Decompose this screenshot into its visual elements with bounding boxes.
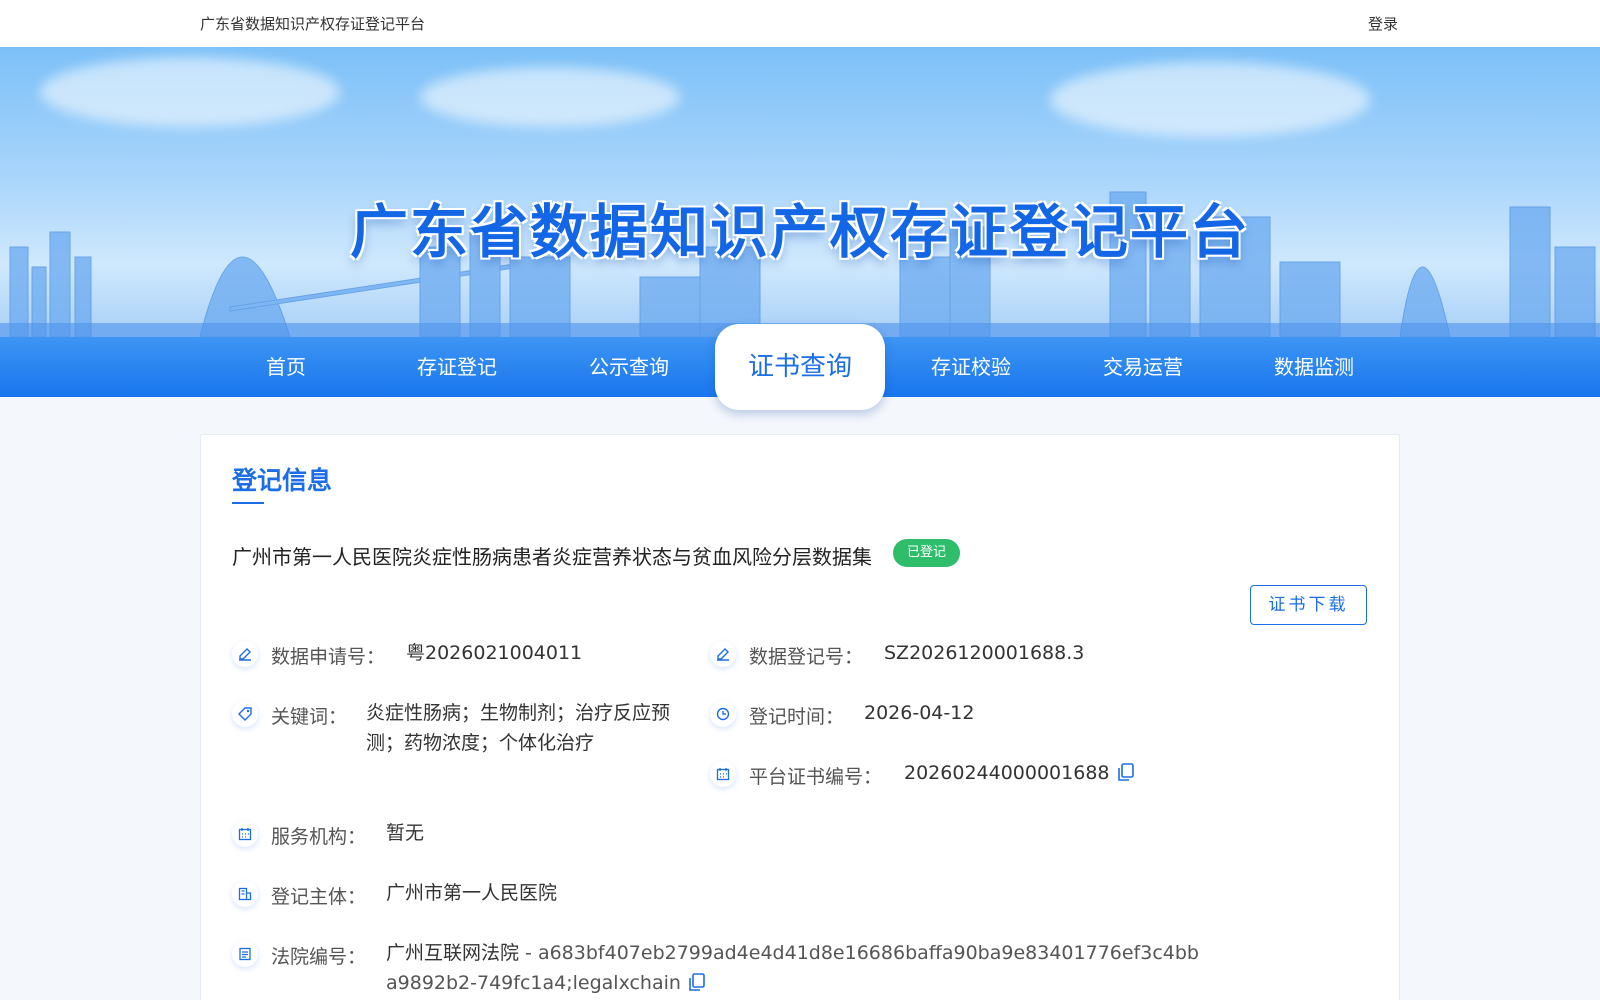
- field-registration-no: 数据登记号： SZ2026120001688.3: [710, 641, 1270, 672]
- calendar-icon: [710, 761, 736, 787]
- nav-item-public-query[interactable]: 公示查询: [544, 337, 714, 397]
- court-name: 广州互联网法院: [386, 942, 520, 964]
- document-icon: [232, 941, 258, 967]
- field-value: 2026-04-12: [864, 702, 975, 724]
- field-value: SZ2026120001688.3: [884, 642, 1085, 664]
- field-value: 炎症性肠病；生物制剂；治疗反应预测；药物浓度；个体化治疗: [366, 702, 671, 754]
- cloud-decoration: [1050, 62, 1370, 137]
- field-application-no: 数据申请号： 粤2026021004011: [232, 641, 692, 672]
- hero-banner: 广东省数据知识产权存证登记平台: [0, 47, 1600, 337]
- site-name: 广东省数据知识产权存证登记平台: [200, 15, 426, 33]
- status-badge: 已登记: [893, 539, 961, 567]
- nav-item-certificate-query[interactable]: 证书查询: [715, 324, 885, 410]
- cloud-decoration: [420, 67, 680, 127]
- section-underline: [232, 502, 264, 504]
- field-keywords: 关键词： 炎症性肠病；生物制剂；治疗反应预测；药物浓度；个体化治疗: [232, 701, 692, 772]
- banner-title: 广东省数据知识产权存证登记平台: [349, 198, 1250, 266]
- field-court-no: 法院编号： 广州互联网法院 - a683bf407eb2799ad4e4d41d…: [232, 941, 1252, 1000]
- copy-icon[interactable]: [1117, 763, 1134, 781]
- field-platform-cert-no: 平台证书编号： 20260244000001688: [710, 761, 1310, 792]
- field-value: 粤2026021004011: [406, 642, 583, 664]
- field-label: 关键词：: [271, 706, 348, 728]
- top-bar: 广东省数据知识产权存证登记平台 登录: [0, 0, 1600, 47]
- calendar-icon: [232, 821, 258, 847]
- nav-item-deposit-registration[interactable]: 存证登记: [372, 337, 542, 397]
- login-link[interactable]: 登录: [1368, 13, 1398, 34]
- field-value-wrap: 广州互联网法院 - a683bf407eb2799ad4e4d41d8e1668…: [386, 938, 1206, 998]
- field-value: 20260244000001688: [904, 762, 1110, 784]
- tag-icon: [232, 701, 258, 727]
- field-label: 数据申请号：: [271, 646, 386, 668]
- copy-icon[interactable]: [689, 973, 705, 991]
- field-label: 登记时间：: [749, 706, 845, 728]
- dataset-title: 广州市第一人民医院炎症性肠病患者炎症营养状态与贫血风险分层数据集: [232, 545, 872, 569]
- field-label: 数据登记号：: [749, 646, 864, 668]
- field-label: 法院编号：: [271, 946, 367, 968]
- cloud-decoration: [40, 57, 340, 127]
- nav-item-deposit-verification[interactable]: 存证校验: [886, 337, 1056, 397]
- edit-icon: [710, 641, 736, 667]
- clock-icon: [710, 701, 736, 727]
- building-icon: [232, 881, 258, 907]
- field-value-wrap: 20260244000001688: [904, 758, 1134, 788]
- certificate-download-button[interactable]: 证书下载: [1250, 585, 1367, 625]
- registration-info-card: 登记信息 广州市第一人民医院炎症性肠病患者炎症营养状态与贫血风险分层数据集 已登…: [200, 434, 1400, 1000]
- edit-icon: [232, 641, 258, 667]
- nav-item-trading-operation[interactable]: 交易运营: [1058, 337, 1228, 397]
- field-value: 广州市第一人民医院: [386, 882, 558, 904]
- field-label: 服务机构：: [271, 826, 367, 848]
- main-nav: 首页 存证登记 公示查询 证书查询 存证校验 交易运营 数据监测: [0, 324, 1600, 410]
- field-label: 平台证书编号：: [749, 766, 883, 788]
- section-title: 登记信息: [232, 466, 333, 495]
- field-value: 暂无: [386, 822, 425, 844]
- field-service-org: 服务机构： 暂无: [232, 821, 832, 852]
- nav-item-data-monitoring[interactable]: 数据监测: [1229, 337, 1399, 397]
- field-label: 登记主体：: [271, 886, 367, 908]
- field-registration-time: 登记时间： 2026-04-12: [710, 701, 1270, 732]
- nav-item-home[interactable]: 首页: [201, 337, 371, 397]
- field-registrant: 登记主体： 广州市第一人民医院: [232, 881, 832, 912]
